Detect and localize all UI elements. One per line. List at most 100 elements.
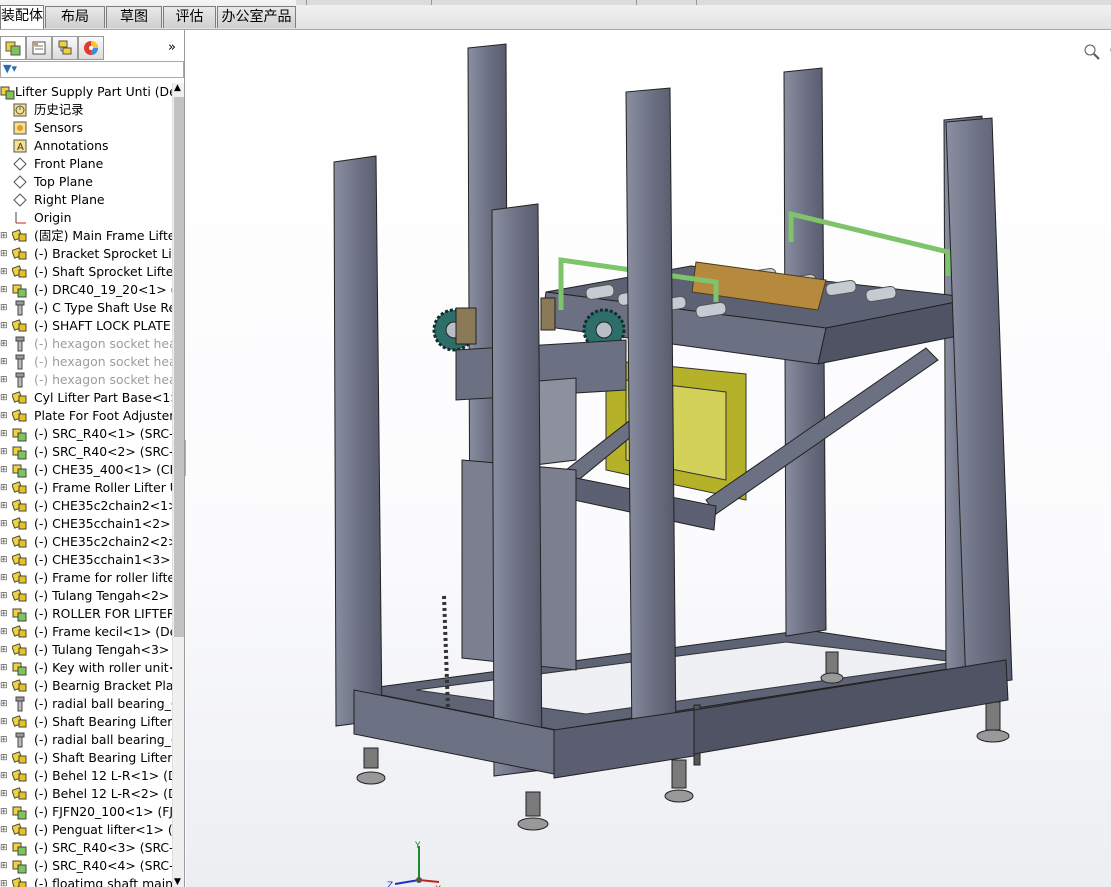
expand-icon[interactable]: ⊞ <box>0 605 8 623</box>
tab-display-manager[interactable] <box>78 36 104 60</box>
tree-item[interactable]: ⊞ (-) SRC_R40<4> (SRC-R <box>0 857 172 875</box>
tree-item[interactable]: ⊞ (固定) Main Frame Lifter <box>0 227 172 245</box>
expand-icon[interactable]: ⊞ <box>0 857 8 875</box>
panel-more-chevron[interactable]: » <box>168 40 176 55</box>
expand-icon[interactable]: ⊞ <box>0 731 8 749</box>
tree-item[interactable]: ⊞ (-) SRC_R40<1> (SRC-R <box>0 425 172 443</box>
tree-item[interactable]: ⊞ (-) radial ball bearing_6 <box>0 695 172 713</box>
tree-item[interactable]: ⊞ (-) Bearnig Bracket Plat <box>0 677 172 695</box>
tree-item[interactable]: Top Plane <box>0 173 172 191</box>
tab-assembly[interactable]: 装配体 <box>0 5 44 29</box>
expand-icon[interactable]: ⊞ <box>0 569 8 587</box>
expand-icon[interactable]: ⊞ <box>0 641 8 659</box>
scroll-down-arrow-icon[interactable]: ▼ <box>174 877 181 887</box>
tree-item[interactable]: ⊞ (-) Shaft Bearing Lifter F <box>0 749 172 767</box>
expand-icon[interactable]: ⊞ <box>0 407 8 425</box>
tree-item[interactable]: ⊞ Cyl Lifter Part Base<1> <box>0 389 172 407</box>
tree-item[interactable]: Sensors <box>0 119 172 137</box>
tree-item[interactable]: ⊞ (-) Tulang Tengah<2> ( <box>0 587 172 605</box>
tab-layout[interactable]: 布局 <box>45 6 105 28</box>
expand-icon[interactable]: ⊞ <box>0 695 8 713</box>
tree-item[interactable]: ⊞ (-) Bracket Sprocket Lif <box>0 245 172 263</box>
tree-item[interactable]: ⊞ (-) CHE35c2chain2<1> <box>0 497 172 515</box>
tree-item[interactable]: ⊞ (-) hexagon socket hea <box>0 371 172 389</box>
expand-icon[interactable]: ⊞ <box>0 479 8 497</box>
tree-item[interactable]: ⊞ (-) SRC_R40<3> (SRC-R <box>0 839 172 857</box>
tree-item[interactable]: ⊞ (-) Shaft Bearing Lifter F <box>0 713 172 731</box>
tree-item[interactable]: A Annotations <box>0 137 172 155</box>
assembly-model[interactable] <box>186 30 1111 887</box>
tree-item[interactable]: ⊞ (-) C Type Shaft Use Re <box>0 299 172 317</box>
expand-icon[interactable]: ⊞ <box>0 461 8 479</box>
tab-sketch[interactable]: 草图 <box>106 6 162 28</box>
expand-icon[interactable]: ⊞ <box>0 533 8 551</box>
tab-office-products[interactable]: 办公室产品 <box>217 6 296 28</box>
expand-icon[interactable]: ⊞ <box>0 677 8 695</box>
tree-item[interactable]: 历史记录 <box>0 101 172 119</box>
tree-item[interactable]: ⊞ (-) SRC_R40<2> (SRC-R <box>0 443 172 461</box>
tree-item[interactable]: ⊞ (-) Frame Roller Lifter U <box>0 479 172 497</box>
expand-icon[interactable]: ⊞ <box>0 245 8 263</box>
expand-icon[interactable]: ⊞ <box>0 425 8 443</box>
tree-item[interactable]: ⊞ (-) Penguat lifter<1> (D <box>0 821 172 839</box>
assembly-icon <box>0 86 15 100</box>
expand-icon[interactable]: ⊞ <box>0 713 8 731</box>
expand-icon[interactable]: ⊞ <box>0 659 8 677</box>
tree-filter-input[interactable]: ▼▾ <box>0 61 184 78</box>
expand-icon[interactable]: ⊞ <box>0 389 8 407</box>
tree-scrollbar[interactable]: ▲ ▼ <box>172 83 184 887</box>
tree-item[interactable]: ⊞ (-) ROLLER FOR LIFTER <box>0 605 172 623</box>
tree-item[interactable]: Right Plane <box>0 191 172 209</box>
tree-item[interactable]: ⊞ (-) SHAFT LOCK PLATE I <box>0 317 172 335</box>
expand-icon[interactable]: ⊞ <box>0 299 8 317</box>
expand-icon[interactable]: ⊞ <box>0 317 8 335</box>
tree-item[interactable]: ⊞ (-) CHE35c2chain2<2> <box>0 533 172 551</box>
expand-icon[interactable]: ⊞ <box>0 281 8 299</box>
tree-item[interactable]: ⊞ (-) DRC40_19_20<1> (D <box>0 281 172 299</box>
expand-icon[interactable]: ⊞ <box>0 785 8 803</box>
tree-item[interactable]: ⊞ (-) Tulang Tengah<3> ( <box>0 641 172 659</box>
tree-item[interactable]: ⊞ (-) CHE35_400<1> (CHE <box>0 461 172 479</box>
expand-icon[interactable]: ⊞ <box>0 587 8 605</box>
tree-item[interactable]: ⊞ (-) hexagon socket hea <box>0 353 172 371</box>
tab-feature-manager[interactable] <box>0 36 26 60</box>
expand-icon[interactable]: ⊞ <box>0 371 8 389</box>
expand-icon[interactable]: ⊞ <box>0 803 8 821</box>
expand-icon[interactable]: ⊞ <box>0 227 8 245</box>
expand-icon[interactable]: ⊞ <box>0 767 8 785</box>
tree-item[interactable]: ⊞ Plate For Foot Adjuster <box>0 407 172 425</box>
tree-item[interactable]: ⊞ (-) Frame for roller lifte <box>0 569 172 587</box>
tree-item[interactable]: ⊞ (-) FJFN20_100<1> (FJF <box>0 803 172 821</box>
tree-item[interactable]: ⊞ (-) Frame kecil<1> (Def <box>0 623 172 641</box>
tree-item[interactable]: ⊞ (-) CHE35cchain1<2> (D <box>0 515 172 533</box>
tab-property-manager[interactable] <box>26 36 52 60</box>
tree-item[interactable]: Origin <box>0 209 172 227</box>
scroll-thumb[interactable] <box>174 97 184 637</box>
graphics-viewport[interactable]: Y X Z <box>186 30 1111 887</box>
tree-root-assembly[interactable]: Lifter Supply Part Unti (De <box>0 83 172 101</box>
tree-item[interactable]: ⊞ (-) CHE35cchain1<3> (D <box>0 551 172 569</box>
tree-item[interactable]: Front Plane <box>0 155 172 173</box>
tree-item[interactable]: ⊞ (-) floatimg shaft main <box>0 875 172 887</box>
tree-item[interactable]: ⊞ (-) Shaft Sprocket Lifter <box>0 263 172 281</box>
expand-icon[interactable]: ⊞ <box>0 839 8 857</box>
expand-icon[interactable]: ⊞ <box>0 263 8 281</box>
tree-item[interactable]: ⊞ (-) Key with roller unit< <box>0 659 172 677</box>
scroll-up-arrow-icon[interactable]: ▲ <box>174 83 181 93</box>
tab-configuration-manager[interactable] <box>52 36 78 60</box>
expand-icon[interactable]: ⊞ <box>0 443 8 461</box>
expand-icon[interactable]: ⊞ <box>0 623 8 641</box>
expand-icon[interactable]: ⊞ <box>0 353 8 371</box>
expand-icon[interactable]: ⊞ <box>0 497 8 515</box>
expand-icon[interactable]: ⊞ <box>0 749 8 767</box>
expand-icon[interactable]: ⊞ <box>0 335 8 353</box>
expand-icon[interactable]: ⊞ <box>0 515 8 533</box>
tree-item[interactable]: ⊞ (-) Behel 12 L-R<2> (D <box>0 785 172 803</box>
expand-icon[interactable]: ⊞ <box>0 875 8 887</box>
tree-item[interactable]: ⊞ (-) hexagon socket hea <box>0 335 172 353</box>
tree-item[interactable]: ⊞ (-) radial ball bearing_6 <box>0 731 172 749</box>
expand-icon[interactable]: ⊞ <box>0 551 8 569</box>
expand-icon[interactable]: ⊞ <box>0 821 8 839</box>
tree-item[interactable]: ⊞ (-) Behel 12 L-R<1> (D <box>0 767 172 785</box>
tab-evaluate[interactable]: 评估 <box>163 6 216 28</box>
